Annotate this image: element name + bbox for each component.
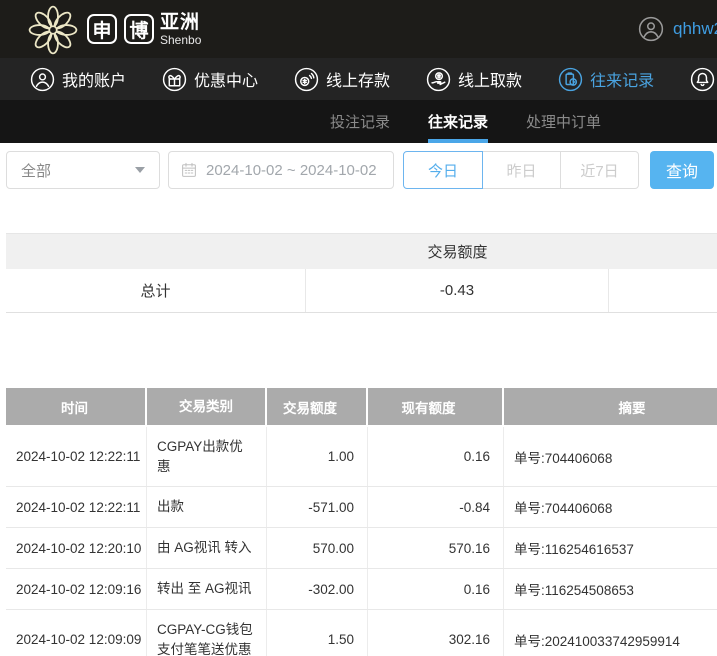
col-header-balance: 现有额度 [368,388,504,425]
table-row: 2024-10-02 12:09:09 CGPAY-CG钱包支付笔笔送优惠 1.… [6,610,717,656]
last7days-button[interactable]: 近7日 [560,151,639,189]
table-row: 2024-10-02 12:09:16 转出 至 AG视讯 -302.00 0.… [6,569,717,610]
cell-balance: 0.16 [368,569,504,609]
cell-type: CGPAY出款优惠 [147,427,267,486]
chevron-down-icon [135,167,145,173]
tab-label: 往来记录 [428,111,488,132]
tab-label: 处理中订单 [526,111,601,132]
cell-type: 转出 至 AG视讯 [147,569,267,609]
tab-transaction-records[interactable]: 往来记录 [428,100,488,143]
withdraw-icon [426,67,451,92]
type-select[interactable]: 全部 [6,151,160,189]
brand-char-box: 申 [87,14,117,44]
cell-time: 2024-10-02 12:22:11 [6,487,147,527]
tab-bet-records[interactable]: 投注记录 [330,100,390,143]
quick-date-buttons: 今日 昨日 近7日 [403,151,639,189]
cell-type: CGPAY-CG钱包支付笔笔送优惠 [147,610,267,656]
cell-balance: 302.16 [368,610,504,656]
summary-empty-cell [609,269,717,312]
deposit-icon [294,67,319,92]
nav-item-online-withdraw[interactable]: 线上取款 [426,67,522,92]
date-range-input[interactable]: 2024-10-02 ~ 2024-10-02 [168,151,394,189]
summary-header-row: 交易额度 [6,233,717,269]
cell-amount: 1.50 [267,610,368,656]
col-header-time: 时间 [6,388,147,425]
bell-icon [690,67,715,92]
cell-summary: 单号:202410033742959914 [504,610,717,656]
cell-time: 2024-10-02 12:20:10 [6,528,147,568]
nav-label: 线上存款 [326,67,390,91]
nav-label: 我的账户 [62,67,126,91]
summary-total-row: 总计 -0.43 [6,269,717,313]
top-header: 申 博 亚洲 Shenbo qhhw2 [0,0,717,58]
cell-summary: 单号:116254616537 [504,528,717,568]
summary-total-value: -0.43 [306,269,609,312]
transactions-table: 时间 交易类别 交易额度 现有额度 摘要 2024-10-02 12:22:11… [6,388,717,656]
col-header-summary: 摘要 [504,388,717,425]
filter-bar: 全部 2024-10-02 ~ 2024-10-02 今日 昨日 近7日 查询 [6,150,717,190]
table-header-row: 时间 交易类别 交易额度 现有额度 摘要 [6,388,717,425]
brand-char-box: 博 [124,14,154,44]
cell-amount: -571.00 [267,487,368,527]
username[interactable]: qhhw2 [673,19,717,39]
cell-summary: 单号:116254508653 [504,569,717,609]
cell-amount: 1.00 [267,427,368,486]
cell-time: 2024-10-02 12:09:16 [6,569,147,609]
cell-type: 由 AG视讯 转入 [147,528,267,568]
user-icon [30,67,55,92]
cell-time: 2024-10-02 12:22:11 [6,427,147,486]
calendar-icon [180,161,198,179]
nav-item-transaction-records[interactable]: 往来记录 [558,67,654,92]
summary-header-amount: 交易额度 [306,241,609,262]
cell-amount: 570.00 [267,528,368,568]
table-row: 2024-10-02 12:22:11 CGPAY出款优惠 1.00 0.16 … [6,427,717,487]
nav-label: 往来记录 [590,67,654,91]
active-tab-underline [428,139,488,143]
summary-total-label: 总计 [6,269,306,312]
nav-item-promotions[interactable]: 优惠中心 [162,67,258,92]
record-tabs: 投注记录 往来记录 处理中订单 [0,100,717,143]
cell-balance: -0.84 [368,487,504,527]
cell-type: 出款 [147,487,267,527]
nav-item-my-account[interactable]: 我的账户 [30,67,126,92]
type-select-value: 全部 [21,160,51,181]
tab-label: 投注记录 [330,111,390,132]
tab-pending-orders[interactable]: 处理中订单 [526,100,601,143]
cell-balance: 570.16 [368,528,504,568]
gift-icon [162,67,187,92]
nav-item-messages[interactable]: 信息 [690,67,717,92]
table-row: 2024-10-02 12:22:11 出款 -571.00 -0.84 单号:… [6,487,717,528]
records-icon [558,67,583,92]
table-row: 2024-10-02 12:20:10 由 AG视讯 转入 570.00 570… [6,528,717,569]
brand-subtitle: Shenbo [160,34,201,46]
cell-amount: -302.00 [267,569,368,609]
user-avatar-icon [638,16,664,42]
date-range-value: 2024-10-02 ~ 2024-10-02 [206,162,377,179]
cell-time: 2024-10-02 12:09:09 [6,610,147,656]
today-button[interactable]: 今日 [403,151,483,189]
summary-table: 交易额度 总计 -0.43 [6,233,717,313]
cell-balance: 0.16 [368,427,504,486]
cell-summary: 单号:704406068 [504,487,717,527]
col-header-type: 交易类别 [147,388,267,425]
nav-label: 优惠中心 [194,67,258,91]
brand-flower-icon [26,3,80,57]
query-button[interactable]: 查询 [650,151,714,189]
main-nav: 我的账户 优惠中心 线上存款 线上取款 往来记录 信息 [0,58,717,100]
nav-label: 线上取款 [458,67,522,91]
brand-text: 亚洲 Shenbo [160,13,201,46]
user-account[interactable]: qhhw2 [638,0,717,58]
col-header-amount: 交易额度 [267,388,368,425]
nav-item-online-deposit[interactable]: 线上存款 [294,67,390,92]
brand-region: 亚洲 [160,13,201,32]
yesterday-button[interactable]: 昨日 [482,151,561,189]
cell-summary: 单号:704406068 [504,427,717,486]
